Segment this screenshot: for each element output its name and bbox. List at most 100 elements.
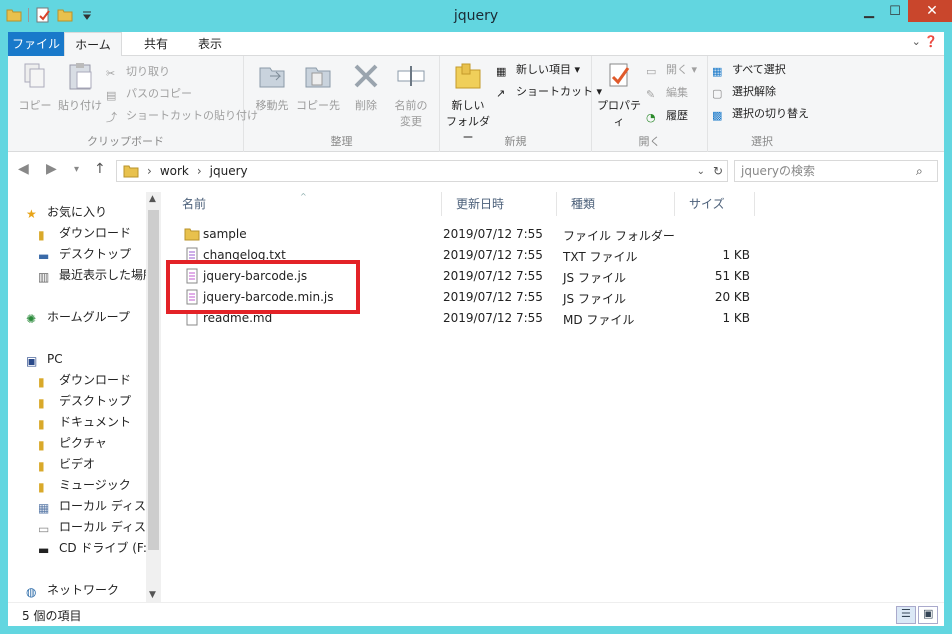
delete-x-icon xyxy=(354,64,378,88)
file-row[interactable]: sample 2019/07/12 7:55 ファイル フォルダー xyxy=(168,224,768,245)
paste-button[interactable]: 貼り付け xyxy=(56,60,104,113)
nav-pc-desktop[interactable]: ▮ デスクトップ xyxy=(38,391,146,411)
nav-scrollbar[interactable]: ▲ ▼ xyxy=(146,192,161,602)
nav-fav-desktop[interactable]: ▬ デスクトップ xyxy=(38,244,146,264)
maximize-button[interactable]: ☐ xyxy=(882,0,908,22)
refresh-icon[interactable]: ↻ xyxy=(713,164,723,178)
navigation-bar: ◀ ▶ ▾ ↑ › work › jquery ⌄ ↻ jqueryの検索 ⌕ xyxy=(8,152,944,192)
nav-fav-downloads[interactable]: ▮ ダウンロード xyxy=(38,223,146,243)
edit-button[interactable]: ✎ 編集 xyxy=(646,83,688,103)
easy-access-button[interactable]: ↗ ショートカット ▾ xyxy=(496,82,602,102)
nav-homegroup[interactable]: ✺ ホームグループ xyxy=(26,307,130,327)
minimize-button[interactable]: ▁ xyxy=(856,0,882,22)
file-type: ファイル フォルダー xyxy=(563,229,675,243)
window-controls: ▁ ☐ ✕ xyxy=(856,0,952,22)
copy-path-icon: ▤ xyxy=(106,89,117,102)
nav-favorites[interactable]: ★ お気に入り xyxy=(26,202,107,222)
search-input[interactable]: jqueryの検索 xyxy=(734,160,938,182)
tab-file[interactable]: ファイル xyxy=(8,32,64,56)
nav-pc-cd-drive[interactable]: ▬ CD ドライブ (F:) xyxy=(38,538,146,558)
nav-scrollbar-thumb[interactable] xyxy=(148,210,159,550)
properties-button[interactable]: プロパティ xyxy=(594,60,644,129)
pictures-folder-icon: ▮ xyxy=(38,438,45,452)
move-to-button[interactable]: 移動先 xyxy=(250,60,294,113)
invert-selection-button[interactable]: ▩ 選択の切り替え xyxy=(712,104,809,124)
paste-icon xyxy=(69,63,92,90)
breadcrumb-jquery[interactable]: jquery xyxy=(210,164,248,178)
star-icon: ★ xyxy=(26,207,37,221)
nav-pc-local-disk-c[interactable]: ▦ローカル ディスク ( xyxy=(38,496,146,516)
tab-share[interactable]: 共有 xyxy=(134,32,178,56)
copy-icon xyxy=(24,63,45,88)
back-arrow-icon[interactable]: ◀ xyxy=(18,161,29,177)
rename-button[interactable]: 名前の 変更 xyxy=(388,60,434,129)
select-none-button[interactable]: ▢ 選択解除 xyxy=(712,82,776,102)
nav-pc-videos[interactable]: ▮ ビデオ xyxy=(38,454,146,474)
title-bar: jquery ▁ ☐ ✕ xyxy=(0,0,952,32)
column-header-name[interactable]: 名前 ^ xyxy=(168,192,442,216)
column-header-size[interactable]: サイズ xyxy=(675,192,755,216)
search-icon[interactable]: ⌕ xyxy=(916,164,923,179)
open-button[interactable]: ▭ 開く ▾ xyxy=(646,60,697,80)
sort-ascending-icon: ^ xyxy=(300,192,307,201)
up-arrow-icon[interactable]: ↑ xyxy=(94,161,106,177)
music-folder-icon: ▮ xyxy=(38,480,45,494)
documents-folder-icon: ▮ xyxy=(38,417,45,431)
folder-icon xyxy=(123,165,139,178)
recent-chevron-icon[interactable]: ▾ xyxy=(74,164,79,175)
copy-to-button[interactable]: コピー先 xyxy=(296,60,340,113)
scroll-up-icon[interactable]: ▲ xyxy=(149,194,156,204)
select-all-button[interactable]: ▦ すべて選択 xyxy=(712,60,786,80)
scroll-down-icon[interactable]: ▼ xyxy=(149,590,156,600)
folder-icon xyxy=(184,228,200,241)
address-bar[interactable]: › work › jquery ⌄ ↻ xyxy=(116,160,728,182)
ribbon: コピー 貼り付け ✂ 切り取り ▤ パスのコピー ⤴ ショートカットの貼り付け クリッ… xyxy=(8,56,944,152)
breadcrumb-work[interactable]: work xyxy=(160,164,189,178)
file-date: 2019/07/12 7:55 xyxy=(443,248,543,262)
invert-selection-icon: ▩ xyxy=(712,109,723,122)
nav-network[interactable]: ◍ ネットワーク xyxy=(26,580,119,600)
pc-icon: ▣ xyxy=(26,354,38,368)
open-group: プロパティ ▭ 開く ▾ ✎ 編集 ◔ 履歴 開く xyxy=(592,56,708,152)
nav-pc-downloads[interactable]: ▮ ダウンロード xyxy=(38,370,146,390)
details-view-icon[interactable]: ☰ xyxy=(896,606,916,624)
homegroup-icon: ✺ xyxy=(26,312,37,326)
file-type: TXT ファイル xyxy=(563,250,638,264)
history-button[interactable]: ◔ 履歴 xyxy=(646,106,688,126)
copy-path-button[interactable]: ▤ パスのコピー xyxy=(106,84,192,104)
forward-arrow-icon[interactable]: ▶ xyxy=(46,161,57,177)
file-date: 2019/07/12 7:55 xyxy=(443,227,543,241)
column-header-date[interactable]: 更新日時 xyxy=(442,192,557,216)
system-drive-icon: ▦ xyxy=(38,501,50,515)
cut-button[interactable]: ✂ 切り取り xyxy=(106,62,170,82)
open-icon: ▭ xyxy=(646,65,657,78)
videos-folder-icon: ▮ xyxy=(38,459,45,473)
paste-shortcut-button[interactable]: ⤴ ショートカットの貼り付け xyxy=(106,106,258,126)
large-icons-view-icon[interactable]: ▣ xyxy=(918,606,938,624)
nav-pc-documents[interactable]: ▮ ドキュメント xyxy=(38,412,146,432)
new-item-button[interactable]: ▦ 新しい項目 ▾ xyxy=(496,60,580,80)
breadcrumb-separator-icon: › xyxy=(196,164,202,178)
delete-button[interactable]: 削除 xyxy=(348,60,384,113)
tab-view[interactable]: 表示 xyxy=(188,32,232,56)
close-button[interactable]: ✕ xyxy=(908,0,952,22)
nav-pc[interactable]: ▣ PC xyxy=(26,349,63,369)
nav-fav-recent[interactable]: ▥ 最近表示した場所 xyxy=(38,265,146,285)
copy-button[interactable]: コピー xyxy=(14,60,56,113)
properties-check-icon xyxy=(609,63,630,87)
tab-home[interactable]: ホーム xyxy=(64,32,122,57)
new-folder-icon xyxy=(455,63,481,89)
address-dropdown-icon[interactable]: ⌄ xyxy=(697,166,705,177)
help-chevron-icon[interactable]: ⌄ ❓ xyxy=(912,35,938,48)
nav-pc-local-disk-d[interactable]: ▭ローカル ディスク ( xyxy=(38,517,146,537)
download-folder-icon: ▮ xyxy=(38,375,45,389)
file-type: MD ファイル xyxy=(563,313,635,327)
organize-group: 移動先 コピー先 削除 名前の 変更 整理 xyxy=(244,56,440,152)
new-item-icon: ▦ xyxy=(496,65,507,78)
file-size: 1 KB xyxy=(722,248,750,262)
nav-pc-pictures[interactable]: ▮ ピクチャ xyxy=(38,433,146,453)
copy-to-icon xyxy=(305,67,331,88)
highlight-annotation-box xyxy=(166,260,360,314)
column-header-type[interactable]: 種類 xyxy=(557,192,675,216)
nav-pc-music[interactable]: ▮ ミュージック xyxy=(38,475,146,495)
